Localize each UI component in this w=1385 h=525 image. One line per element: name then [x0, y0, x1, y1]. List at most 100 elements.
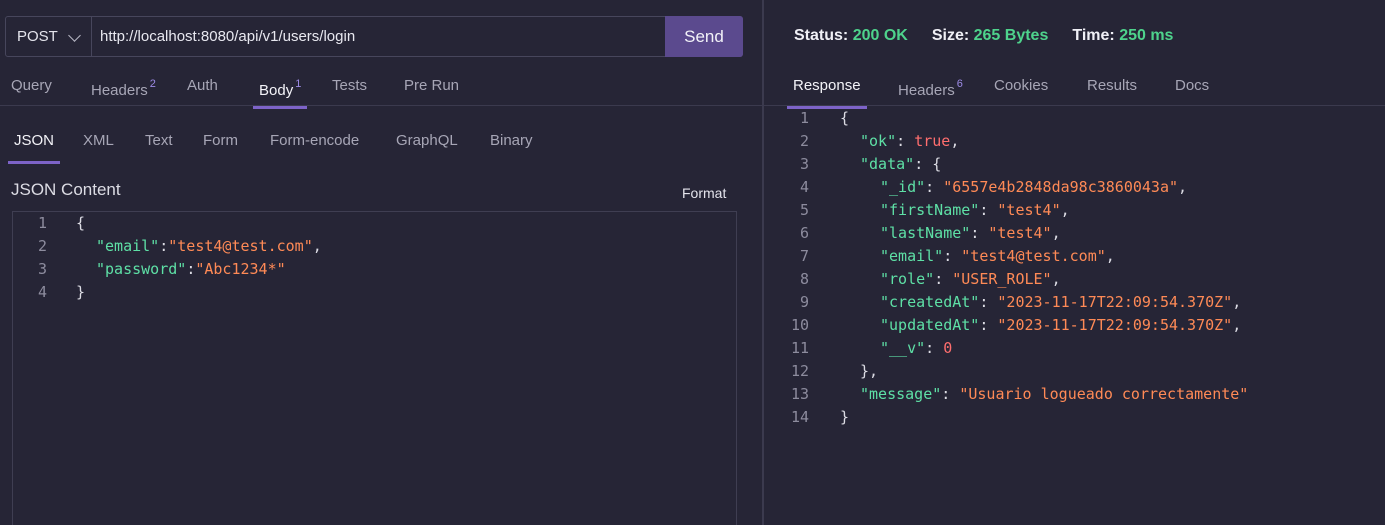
code-line: 10 "updatedAt": "2023-11-17T22:09:54.370Z… — [764, 314, 1385, 337]
body-tab-json[interactable]: JSON — [7, 127, 61, 164]
code-line: 1{ — [13, 212, 736, 235]
body-tab-form[interactable]: Form — [203, 127, 238, 163]
url-input[interactable]: http://localhost:8080/api/v1/users/login — [100, 17, 355, 56]
line-content: "createdAt": "2023-11-17T22:09:54.370Z", — [880, 291, 1241, 314]
line-number: 3 — [37, 260, 47, 278]
line-number: 7 — [799, 247, 809, 265]
code-line: 14} — [764, 406, 1385, 429]
token: "email" — [96, 237, 160, 255]
request-bar: POST http://localhost:8080/api/v1/users/… — [5, 16, 743, 57]
body-tab-xml[interactable]: XML — [83, 127, 114, 163]
tab-auth[interactable]: Auth — [187, 72, 218, 108]
token: } — [76, 283, 86, 301]
token: "test4" — [988, 224, 1052, 242]
line-content: "message": "Usuario logueado correctamen… — [860, 383, 1248, 406]
code-line: 6 "lastName": "test4", — [764, 222, 1385, 245]
token: "6557e4b2848da98c3860043a" — [943, 178, 1179, 196]
response-tab-docs[interactable]: Docs — [1175, 72, 1209, 108]
code-line: 3 "data": { — [764, 153, 1385, 176]
line-content: { — [76, 212, 85, 235]
body-tab-text[interactable]: Text — [145, 127, 173, 163]
body-tab-binary[interactable]: Binary — [490, 127, 533, 163]
json-editor[interactable]: 1{2 "email":"test4@test.com", 3 "password":… — [12, 211, 737, 525]
response-body: 1{2 "ok": true, 3 "data": {4 "_id": "6557e4b… — [764, 107, 1385, 429]
chevron-down-icon — [68, 29, 81, 42]
token: "Usuario logueado correctamente" — [959, 385, 1249, 403]
token: : { — [914, 155, 942, 173]
token: "__v" — [880, 339, 926, 357]
send-button[interactable]: Send — [665, 16, 743, 57]
tab-query[interactable]: Query — [11, 72, 52, 108]
line-number: 3 — [799, 155, 809, 173]
tab-label: Text — [145, 132, 173, 149]
line-number: 10 — [790, 316, 809, 334]
response-status-bar: Status: 200 OK Size: 265 Bytes Time: 250… — [794, 27, 1197, 45]
token: true — [914, 132, 951, 150]
code-line: 3 "password":"Abc1234*" — [13, 258, 736, 281]
body-tab-graphql[interactable]: GraphQL — [396, 127, 458, 163]
line-content: "data": { — [860, 153, 941, 176]
token: : — [186, 260, 196, 278]
tab-label: Auth — [187, 77, 218, 94]
line-number: 11 — [790, 339, 809, 357]
line-content: "firstName": "test4", — [880, 199, 1070, 222]
code-line: 2 "email":"test4@test.com", — [13, 235, 736, 258]
response-tab-results[interactable]: Results — [1087, 72, 1137, 108]
tab-label: Response — [793, 77, 861, 94]
time-info: Time: 250 ms — [1072, 27, 1174, 44]
response-tabs-divider — [764, 105, 1385, 106]
token: "2023-11-17T22:09:54.370Z" — [997, 293, 1233, 311]
line-number: 4 — [799, 178, 809, 196]
response-tab-cookies[interactable]: Cookies — [994, 72, 1048, 108]
line-content: } — [840, 406, 849, 429]
token: "lastName" — [880, 224, 971, 242]
line-number: 2 — [799, 132, 809, 150]
line-content: "email": "test4@test.com", — [880, 245, 1115, 268]
format-button[interactable]: Format — [682, 185, 726, 201]
token: "test4@test.com" — [168, 237, 313, 255]
tab-label: Form — [203, 132, 238, 149]
token: } — [840, 408, 850, 426]
line-content: "__v": 0 — [880, 337, 952, 360]
tab-headers[interactable]: Headers 2 — [91, 72, 156, 108]
token: 0 — [943, 339, 953, 357]
request-tabs-divider — [0, 105, 762, 106]
tab-label: Body — [259, 82, 294, 99]
line-content: "lastName": "test4", — [880, 222, 1061, 245]
token: : — [941, 385, 960, 403]
response-panel: Status: 200 OK Size: 265 Bytes Time: 250… — [764, 0, 1385, 525]
line-number: 6 — [799, 224, 809, 242]
token: "test4@test.com" — [961, 247, 1106, 265]
token: "2023-11-17T22:09:54.370Z" — [997, 316, 1233, 334]
code-line: 4 "_id": "6557e4b2848da98c3860043a", — [764, 176, 1385, 199]
token: "createdAt" — [880, 293, 980, 311]
tab-tests[interactable]: Tests — [332, 72, 367, 108]
status-value: 200 OK — [852, 27, 908, 44]
token: : — [979, 293, 998, 311]
response-tab-headers[interactable]: Headers 6 — [898, 72, 963, 108]
line-content: "updatedAt": "2023-11-17T22:09:54.370Z", — [880, 314, 1241, 337]
time-value: 250 ms — [1119, 27, 1174, 44]
tab-label: Query — [11, 77, 52, 94]
tab-body[interactable]: Body 1 — [252, 72, 308, 109]
tab-count-badge: 6 — [956, 78, 963, 90]
method-select[interactable]: POST — [6, 17, 92, 56]
token: , — [950, 132, 960, 150]
tab-label: Binary — [490, 132, 533, 149]
tab-label: XML — [83, 132, 114, 149]
token: , — [1105, 247, 1115, 265]
line-content: "_id": "6557e4b2848da98c3860043a", — [880, 176, 1187, 199]
tab-pre-run[interactable]: Pre Run — [404, 72, 459, 108]
token: , — [1051, 224, 1061, 242]
token: "message" — [860, 385, 942, 403]
size-value: 265 Bytes — [973, 27, 1049, 44]
tab-label: JSON — [14, 132, 55, 149]
body-tab-form-encode[interactable]: Form-encode — [270, 127, 359, 163]
response-tab-response[interactable]: Response — [787, 72, 867, 109]
line-number: 14 — [790, 408, 809, 426]
token: "ok" — [860, 132, 897, 150]
token: "_id" — [880, 178, 926, 196]
token: , — [1178, 178, 1188, 196]
editor-title: JSON Content — [11, 180, 121, 199]
line-content: "role": "USER_ROLE", — [880, 268, 1061, 291]
